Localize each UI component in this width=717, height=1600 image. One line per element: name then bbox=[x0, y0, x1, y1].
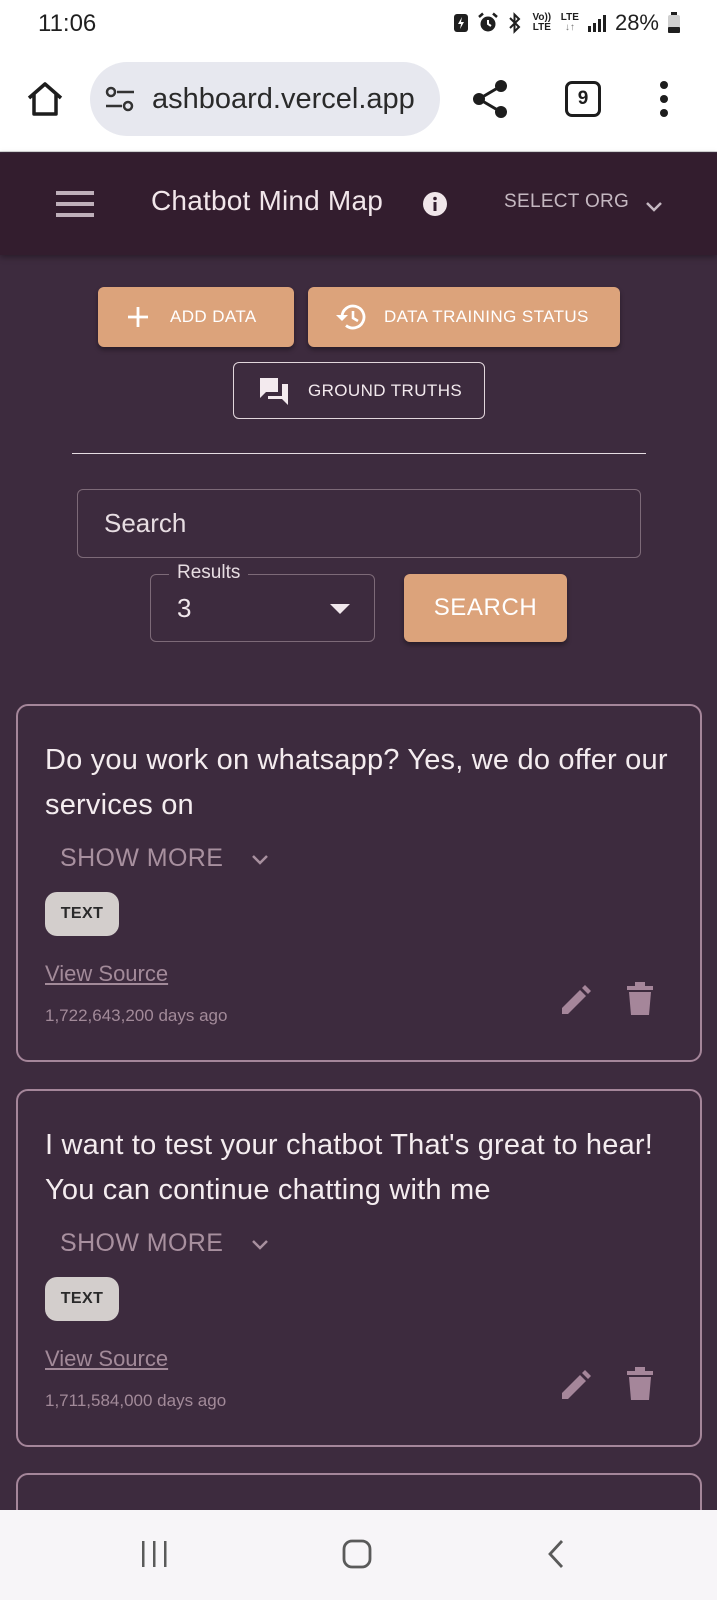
show-more-label: SHOW MORE bbox=[60, 1229, 224, 1257]
forum-icon bbox=[260, 377, 288, 405]
plus-icon bbox=[128, 307, 148, 327]
ground-truths-label: GROUND TRUTHS bbox=[308, 380, 463, 400]
chevron-down-icon bbox=[252, 1239, 269, 1250]
app-header: Chatbot Mind Map SELECT ORG bbox=[0, 153, 717, 255]
menu-icon[interactable] bbox=[56, 189, 94, 219]
home-icon[interactable] bbox=[24, 78, 66, 120]
results-label: Results bbox=[169, 562, 249, 584]
volte-icon: Vo)) LTE bbox=[532, 12, 552, 33]
system-nav-bar bbox=[0, 1510, 717, 1600]
tune-icon[interactable] bbox=[104, 85, 136, 113]
url-text: ashboard.vercel.app bbox=[152, 82, 415, 115]
org-select[interactable]: SELECT ORG bbox=[504, 191, 629, 213]
search-button[interactable]: SEARCH bbox=[404, 574, 567, 642]
timestamp: 1,722,643,200 days ago bbox=[45, 1006, 228, 1025]
status-icons: Vo)) LTE LTE ↓↑ 28% bbox=[453, 10, 681, 36]
search-input[interactable] bbox=[104, 508, 640, 539]
delete-icon[interactable] bbox=[625, 1367, 655, 1401]
add-data-button[interactable]: ADD DATA bbox=[98, 287, 294, 347]
signal-icon bbox=[587, 15, 606, 32]
timestamp: 1,711,584,000 days ago bbox=[45, 1391, 227, 1410]
data-training-status-button[interactable]: DATA TRAINING STATUS bbox=[308, 287, 620, 347]
battery-percent: 28% bbox=[614, 10, 659, 35]
training-status-label: DATA TRAINING STATUS bbox=[384, 307, 589, 326]
status-time: 11:06 bbox=[38, 10, 97, 37]
info-icon[interactable] bbox=[422, 191, 448, 217]
edit-icon[interactable] bbox=[558, 984, 592, 1018]
card-text: I want to test your chatbot That's great… bbox=[45, 1129, 654, 1206]
view-source-link[interactable]: View Source bbox=[45, 1346, 168, 1372]
chevron-down-icon bbox=[252, 854, 269, 865]
knowledge-card: Do you work on whatsapp? Yes, we do offe… bbox=[16, 704, 702, 1062]
type-chip: TEXT bbox=[45, 1277, 119, 1321]
more-vert-icon[interactable] bbox=[658, 80, 670, 118]
recents-icon[interactable] bbox=[140, 1538, 170, 1570]
browser-toolbar: ashboard.vercel.app 9 bbox=[0, 48, 717, 152]
share-icon[interactable] bbox=[470, 78, 510, 120]
show-more-label: SHOW MORE bbox=[60, 844, 224, 872]
dropdown-caret-icon bbox=[330, 604, 350, 614]
ground-truths-button[interactable]: GROUND TRUTHS bbox=[233, 362, 485, 419]
lte-icon: LTE ↓↑ bbox=[560, 12, 579, 33]
show-more-button[interactable]: SHOW MORE bbox=[60, 844, 271, 873]
results-select[interactable]: Results 3 bbox=[150, 562, 375, 642]
sim-notification-icon bbox=[453, 14, 468, 32]
chevron-down-icon[interactable] bbox=[643, 195, 665, 217]
card-text: Do you work on whatsapp? Yes, we do offe… bbox=[45, 744, 668, 821]
alarm-icon bbox=[477, 12, 498, 32]
search-field[interactable] bbox=[77, 489, 641, 558]
divider bbox=[72, 453, 646, 454]
app-title: Chatbot Mind Map bbox=[151, 185, 383, 216]
delete-icon[interactable] bbox=[625, 982, 655, 1016]
battery-icon bbox=[668, 12, 680, 33]
view-source-link[interactable]: View Source bbox=[45, 961, 168, 987]
history-icon bbox=[336, 304, 366, 330]
knowledge-card: I want to test your chatbot That's great… bbox=[16, 1089, 702, 1447]
results-value: 3 bbox=[177, 593, 192, 623]
add-data-label: ADD DATA bbox=[170, 307, 257, 326]
back-icon[interactable] bbox=[545, 1538, 567, 1570]
bluetooth-icon bbox=[509, 12, 521, 34]
type-chip: TEXT bbox=[45, 892, 119, 936]
status-bar: 11:06 Vo)) LTE LTE ↓↑ 28% bbox=[0, 0, 717, 48]
show-more-button[interactable]: SHOW MORE bbox=[60, 1229, 271, 1258]
tab-switcher-button[interactable]: 9 bbox=[565, 81, 601, 117]
home-nav-icon[interactable] bbox=[341, 1537, 373, 1571]
edit-icon[interactable] bbox=[558, 1369, 592, 1403]
address-bar[interactable]: ashboard.vercel.app bbox=[90, 62, 440, 136]
